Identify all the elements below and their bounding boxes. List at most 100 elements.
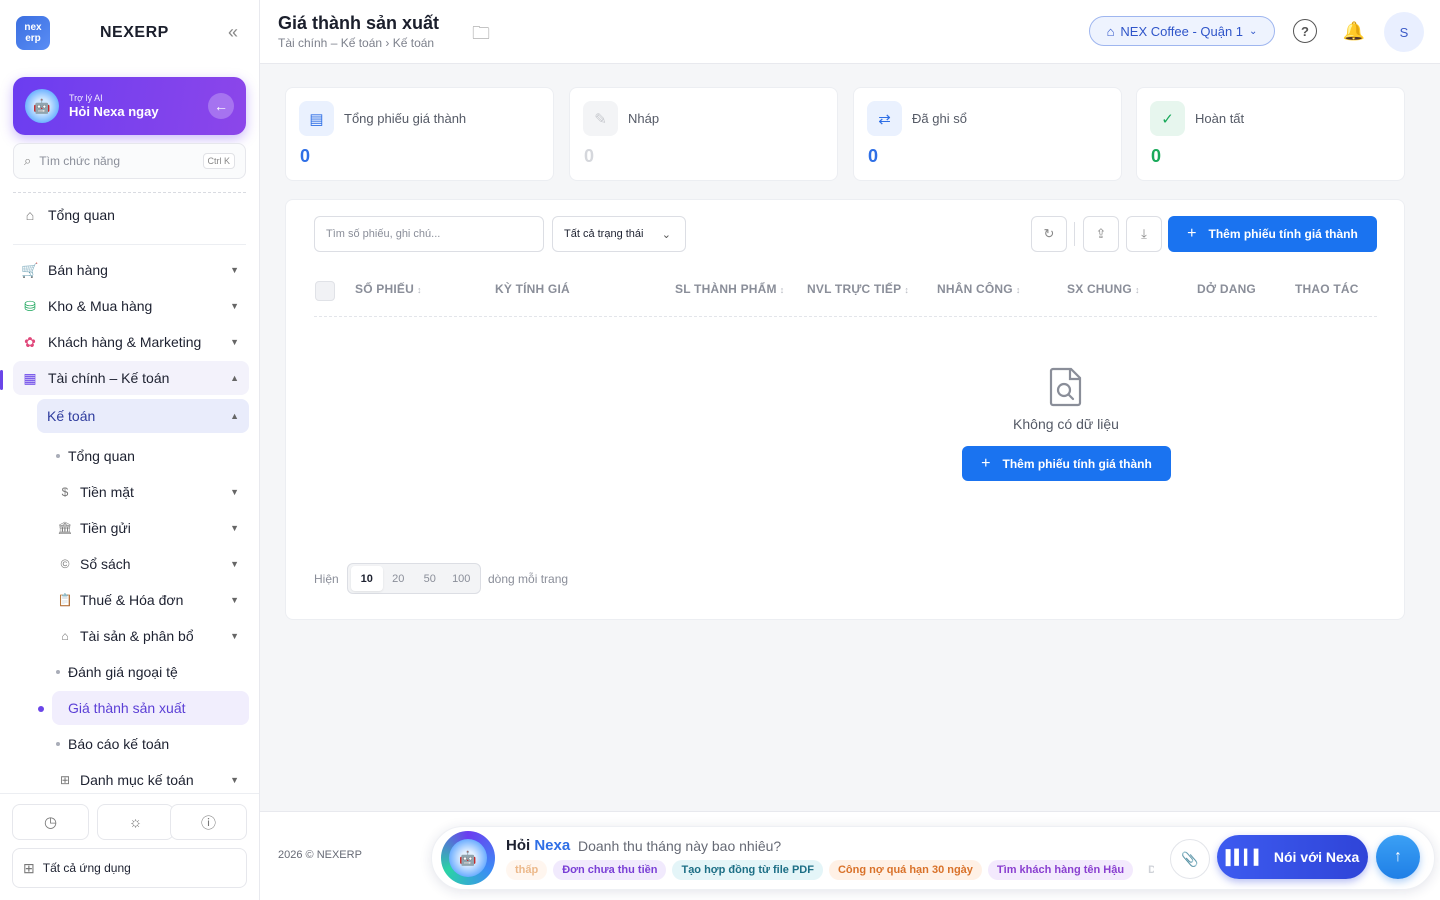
- help-icon[interactable]: ?: [1293, 19, 1317, 43]
- export-button[interactable]: ⇪: [1083, 216, 1119, 252]
- page-size-option[interactable]: 10: [351, 566, 383, 591]
- column-header[interactable]: SỐ PHIẾU ↕: [355, 282, 422, 296]
- stat-label: Tổng phiếu giá thành: [344, 111, 467, 126]
- ask-nexa-card[interactable]: 🤖 Trợ lý AI Hỏi Nexa ngay ←: [13, 77, 246, 135]
- stat-card-posted: ⇄ Đã ghi sổ 0: [853, 87, 1122, 181]
- empty-add-cost-sheet-button[interactable]: + Thêm phiếu tính giá thành: [962, 446, 1171, 481]
- chevron-down-icon: ⌄: [661, 228, 671, 241]
- column-header[interactable]: SL THÀNH PHẨM ↕: [675, 282, 784, 296]
- sidebar-item-crm[interactable]: ✿ Khách hàng & Marketing ▼: [13, 325, 249, 359]
- sidebar-item-label: Bán hàng: [48, 262, 108, 278]
- status-filter-select[interactable]: Tất cả trạng thái ⌄: [552, 216, 686, 252]
- column-header-label: THAO TÁC: [1295, 282, 1359, 296]
- sidebar-leaf-assets[interactable]: ⌂ Tài sản & phân bổ ▼: [52, 619, 249, 653]
- select-all-checkbox[interactable]: [315, 281, 335, 301]
- theme-button[interactable]: ☼: [97, 804, 174, 840]
- talk-to-nexa-button[interactable]: ▌▍▎▍ Nói với Nexa: [1217, 835, 1368, 879]
- sidebar-leaf-catalog[interactable]: ⊞ Danh mục kế toán ▼: [52, 763, 249, 797]
- suggestion-chip[interactable]: Công nợ quá hạn 30 ngày: [828, 860, 982, 880]
- column-header-label: NVL TRỰC TIẾP: [807, 282, 902, 296]
- avatar[interactable]: S: [1384, 12, 1424, 52]
- store-name: NEX Coffee - Quận 1: [1120, 23, 1244, 39]
- sidebar-leaf-label: Tổng quan: [68, 448, 135, 464]
- sidebar-leaf-cash[interactable]: $ Tiền mặt ▼: [52, 475, 249, 509]
- sidebar-group-accounting[interactable]: Kế toán ▲: [37, 399, 249, 433]
- record-search-input[interactable]: Tìm số phiếu, ghi chú...: [314, 216, 544, 252]
- function-search-input[interactable]: ⌕ Tìm chức năng Ctrl K: [13, 143, 246, 179]
- sidebar-leaf-books[interactable]: © Sổ sách ▼: [52, 547, 249, 581]
- stat-value: 0: [1151, 146, 1162, 166]
- sidebar-group-label: Kế toán: [47, 408, 96, 424]
- empty-state-text: Không có dữ liệu: [1013, 416, 1119, 432]
- sidebar-leaf-label: Đánh giá ngoại tệ: [68, 664, 178, 680]
- stat-value: 0: [868, 146, 879, 166]
- sidebar-item-inventory[interactable]: ⛁ Kho & Mua hàng ▼: [13, 289, 249, 323]
- nexa-word: Nexa: [534, 837, 571, 854]
- refresh-button[interactable]: ↻: [1031, 216, 1067, 252]
- sidebar-item-sales[interactable]: 🛒 Bán hàng ▼: [13, 253, 249, 287]
- store-selector[interactable]: ⌂ NEX Coffee - Quận 1 ⌄: [1089, 16, 1275, 46]
- sidebar-leaf-label: Tiền gửi: [80, 520, 131, 536]
- sync-icon: ⇄: [867, 101, 902, 136]
- folder-icon[interactable]: 🗀: [472, 21, 490, 51]
- send-button[interactable]: ↑: [1376, 835, 1420, 879]
- stat-label: Đã ghi sổ: [912, 111, 967, 126]
- bell-icon[interactable]: 🔔: [1342, 19, 1366, 43]
- column-header[interactable]: NHÂN CÔNG ↕: [937, 282, 1021, 296]
- stat-card-completed: ✓ Hoàn tất 0: [1136, 87, 1405, 181]
- sidebar-leaf-production-cost[interactable]: Giá thành sản xuất: [52, 691, 249, 725]
- calculator-icon: ▦: [23, 369, 37, 386]
- add-cost-sheet-button[interactable]: + Thêm phiếu tính giá thành: [1168, 216, 1377, 252]
- home-icon: ⌂: [25, 207, 35, 223]
- nexa-question-input[interactable]: Doanh thu tháng này bao nhiêu?: [578, 838, 781, 854]
- suggestion-chip[interactable]: thấp: [506, 860, 548, 880]
- nexa-robot-icon: 🤖: [25, 89, 59, 123]
- sidebar-leaf-reports[interactable]: Báo cáo kế toán: [52, 727, 249, 761]
- logo-text-bottom: erp: [25, 33, 41, 44]
- sidebar: nex erp NEXERP « 🤖 Trợ lý AI Hỏi Nexa ng…: [0, 0, 260, 900]
- bag-icon: ⛁: [24, 297, 36, 314]
- suggestion-chip[interactable]: Đơn chưa thu tiền: [553, 860, 667, 880]
- sidebar-item-overview[interactable]: ⌂ Tổng quan: [13, 198, 249, 232]
- sidebar-leaf-overview[interactable]: Tổng quan: [52, 439, 249, 473]
- search-placeholder: Tìm chức năng: [39, 154, 121, 168]
- brand-name: NEXERP: [100, 24, 169, 41]
- bullet: [56, 670, 60, 674]
- collapse-sidebar-icon[interactable]: «: [228, 22, 238, 43]
- sidebar-leaf-tax[interactable]: 📋 Thuế & Hóa đơn ▼: [52, 583, 249, 617]
- page-title: Giá thành sản xuất: [278, 13, 440, 33]
- suggestion-chip[interactable]: D: [1139, 860, 1154, 880]
- pencil-icon: ✎: [583, 101, 618, 136]
- column-header[interactable]: NVL TRỰC TIẾP ↕: [807, 282, 909, 296]
- sidebar-leaf-fx[interactable]: Đánh giá ngoại tệ: [52, 655, 249, 689]
- logo-text-top: nex: [24, 22, 42, 33]
- caret-down-icon: ▼: [230, 487, 239, 497]
- sidebar-leaf-deposits[interactable]: 🏛 Tiền gửi ▼: [52, 511, 249, 545]
- sun-icon: ☼: [128, 813, 143, 831]
- alert-button[interactable]: ⓘ: [170, 804, 247, 840]
- history-button[interactable]: ◷: [12, 804, 89, 840]
- page-size-option[interactable]: 50: [414, 566, 446, 591]
- import-button[interactable]: ⤓: [1126, 216, 1162, 252]
- sort-icon: ↕: [416, 285, 422, 295]
- nexerp-logo[interactable]: nex erp: [16, 16, 50, 50]
- sidebar-item-finance[interactable]: ▦ Tài chính – Kế toán ▲: [13, 361, 249, 395]
- page-size-option[interactable]: 100: [446, 566, 478, 591]
- clipboard-icon: 📋: [57, 593, 73, 607]
- page-size-option[interactable]: 20: [383, 566, 415, 591]
- caret-down-icon: ▼: [230, 265, 239, 275]
- suggestion-chip[interactable]: Tạo hợp đồng từ file PDF: [672, 860, 823, 880]
- ask-nexa-text: Trợ lý AI Hỏi Nexa ngay: [69, 93, 208, 119]
- footer: 2026 © NEXERP 🤖 Hỏi Nexa Doanh thu tháng…: [260, 811, 1440, 900]
- suggestion-chip[interactable]: Tìm khách hàng tên Hậu: [987, 860, 1134, 880]
- all-apps-button[interactable]: ⊞ Tất cả ứng dụng: [12, 848, 247, 888]
- add-button-label: Thêm phiếu tính giá thành: [1002, 456, 1152, 471]
- empty-document-search-icon: [1049, 367, 1082, 407]
- column-header[interactable]: SX CHUNG ↕: [1067, 282, 1140, 296]
- download-icon: ⤓: [1141, 226, 1147, 241]
- copyright: 2026 © NEXERP: [278, 849, 362, 861]
- caret-up-icon: ▲: [230, 411, 239, 421]
- arrow-left-icon[interactable]: ←: [208, 93, 234, 119]
- nexa-orb-icon[interactable]: 🤖: [441, 831, 495, 885]
- attach-button[interactable]: 📎: [1170, 839, 1210, 879]
